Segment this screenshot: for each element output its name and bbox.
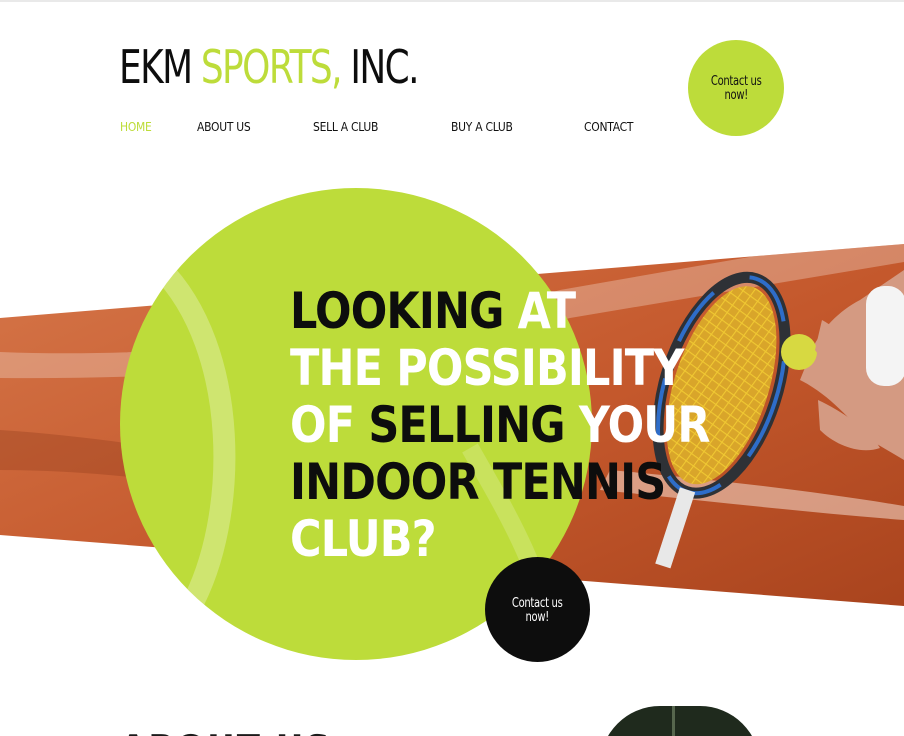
headline-segment: AT	[517, 282, 576, 340]
hero-contact-line1: Contact us	[512, 594, 563, 611]
headline-segment: LOOKING	[290, 282, 518, 340]
headline-segment: SELLING	[368, 396, 579, 454]
hero-contact-line2: now!	[525, 608, 550, 625]
hero-contact-button[interactable]: Contact us now!	[485, 557, 590, 662]
headline-segment: CLUB?	[290, 510, 437, 568]
headline-line: THE POSSIBILITY	[290, 340, 710, 397]
headline-line: INDOOR TENNIS	[290, 454, 710, 511]
headline-segment: OF	[290, 396, 369, 454]
headline-segment: INDOOR TENNIS	[290, 453, 666, 511]
headline-segment: YOUR	[578, 396, 711, 454]
headline-line: CLUB?	[290, 511, 710, 568]
about-us-heading: ABOUT US	[120, 728, 332, 736]
headline-line: LOOKING AT	[290, 283, 710, 340]
page: EKM SPORTS, INC. HOME ABOUT US SELL A CL…	[0, 0, 904, 736]
hero-headline: LOOKING AT THE POSSIBILITY OF SELLING YOUR…	[290, 283, 710, 568]
wristband	[866, 286, 904, 386]
tennis-ball-photo	[781, 334, 817, 370]
headline-line: OF SELLING YOUR	[290, 397, 710, 454]
headline-segment: THE POSSIBILITY	[290, 339, 684, 397]
